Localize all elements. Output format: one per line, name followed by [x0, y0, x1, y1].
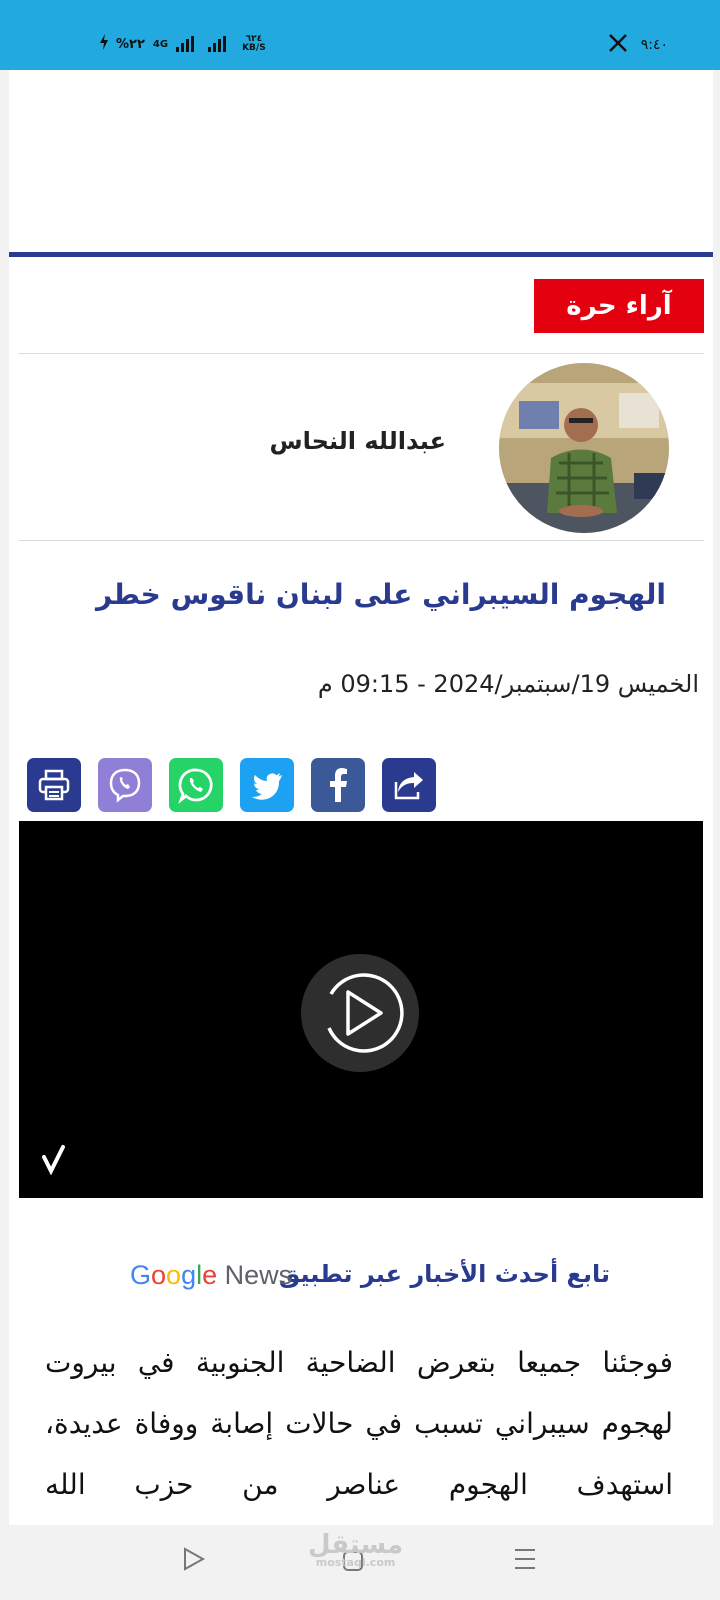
google-word: Google: [130, 1260, 217, 1290]
news-word: News: [224, 1260, 293, 1290]
network-speed: ٦٢٤ KB/S: [242, 35, 266, 53]
google-letter: o: [166, 1260, 182, 1290]
status-icons: %٢٢ 4G ٦٢٤ KB/S: [100, 34, 266, 54]
share-button[interactable]: [382, 758, 436, 812]
status-right: ٩:٤٠: [608, 34, 668, 56]
status-bar: %٢٢ 4G ٦٢٤ KB/S ٩:٤٠: [0, 0, 720, 70]
ad-space: [9, 70, 713, 250]
play-icon: [327, 973, 404, 1053]
print-button[interactable]: [27, 758, 81, 812]
article-date: الخميس 19/سبتمبر/2024 - 09:15 م: [317, 670, 699, 698]
share-buttons: [27, 758, 436, 812]
divider: [18, 540, 704, 541]
watermark-latin: mostaql.com: [315, 1556, 396, 1569]
charging-icon: [100, 34, 108, 54]
divider: [18, 353, 704, 354]
section-rule: [9, 252, 713, 257]
article-page: آراء حرة عبدالله النحاس الهجوم السيبراني…: [9, 70, 713, 1525]
google-letter: o: [151, 1260, 167, 1290]
menu-button[interactable]: [514, 1547, 536, 1575]
article-body: فوجئنا جميعا بتعرض الضاحية الجنوبية في ب…: [45, 1346, 673, 1501]
back-button[interactable]: [183, 1547, 206, 1575]
x-app-icon: [608, 34, 627, 56]
google-letter: e: [202, 1260, 218, 1290]
print-icon: [38, 769, 70, 801]
player-logo-icon: [41, 1143, 69, 1179]
whatsapp-icon: [178, 768, 213, 804]
follow-text[interactable]: تابع أحدث الأخبار عبر تطبيق: [279, 1260, 610, 1288]
author-avatar[interactable]: [499, 363, 669, 533]
speed-unit: KB/S: [242, 43, 266, 53]
viber-icon: [109, 768, 141, 803]
battery-percent: %٢٢: [116, 36, 145, 52]
facebook-button[interactable]: [311, 758, 365, 812]
twitter-icon: [252, 773, 282, 800]
share-icon: [394, 772, 423, 800]
google-news-logo[interactable]: Google News: [130, 1260, 292, 1291]
signal-icon: [176, 36, 195, 52]
play-button[interactable]: [301, 954, 419, 1072]
viber-button[interactable]: [98, 758, 152, 812]
back-icon: [184, 1547, 206, 1571]
google-letter: G: [130, 1260, 152, 1290]
google-letter: g: [181, 1260, 197, 1290]
signal-2-icon: [208, 36, 227, 52]
watermark: مستقل mostaql.com: [308, 1530, 403, 1569]
network-type: 4G: [152, 38, 169, 50]
clock: ٩:٤٠: [640, 37, 668, 53]
article-title: الهجوم السيبراني على لبنان ناقوس خطر: [95, 578, 666, 611]
section-badge[interactable]: آراء حرة: [534, 279, 704, 333]
facebook-icon: [330, 768, 347, 802]
whatsapp-button[interactable]: [169, 758, 223, 812]
google-news-follow[interactable]: تابع أحدث الأخبار عبر تطبيق Google News: [9, 1256, 713, 1302]
menu-icon: [515, 1549, 535, 1569]
author-name[interactable]: عبدالله النحاس: [270, 427, 446, 455]
video-player[interactable]: [19, 821, 703, 1198]
twitter-button[interactable]: [240, 758, 294, 812]
